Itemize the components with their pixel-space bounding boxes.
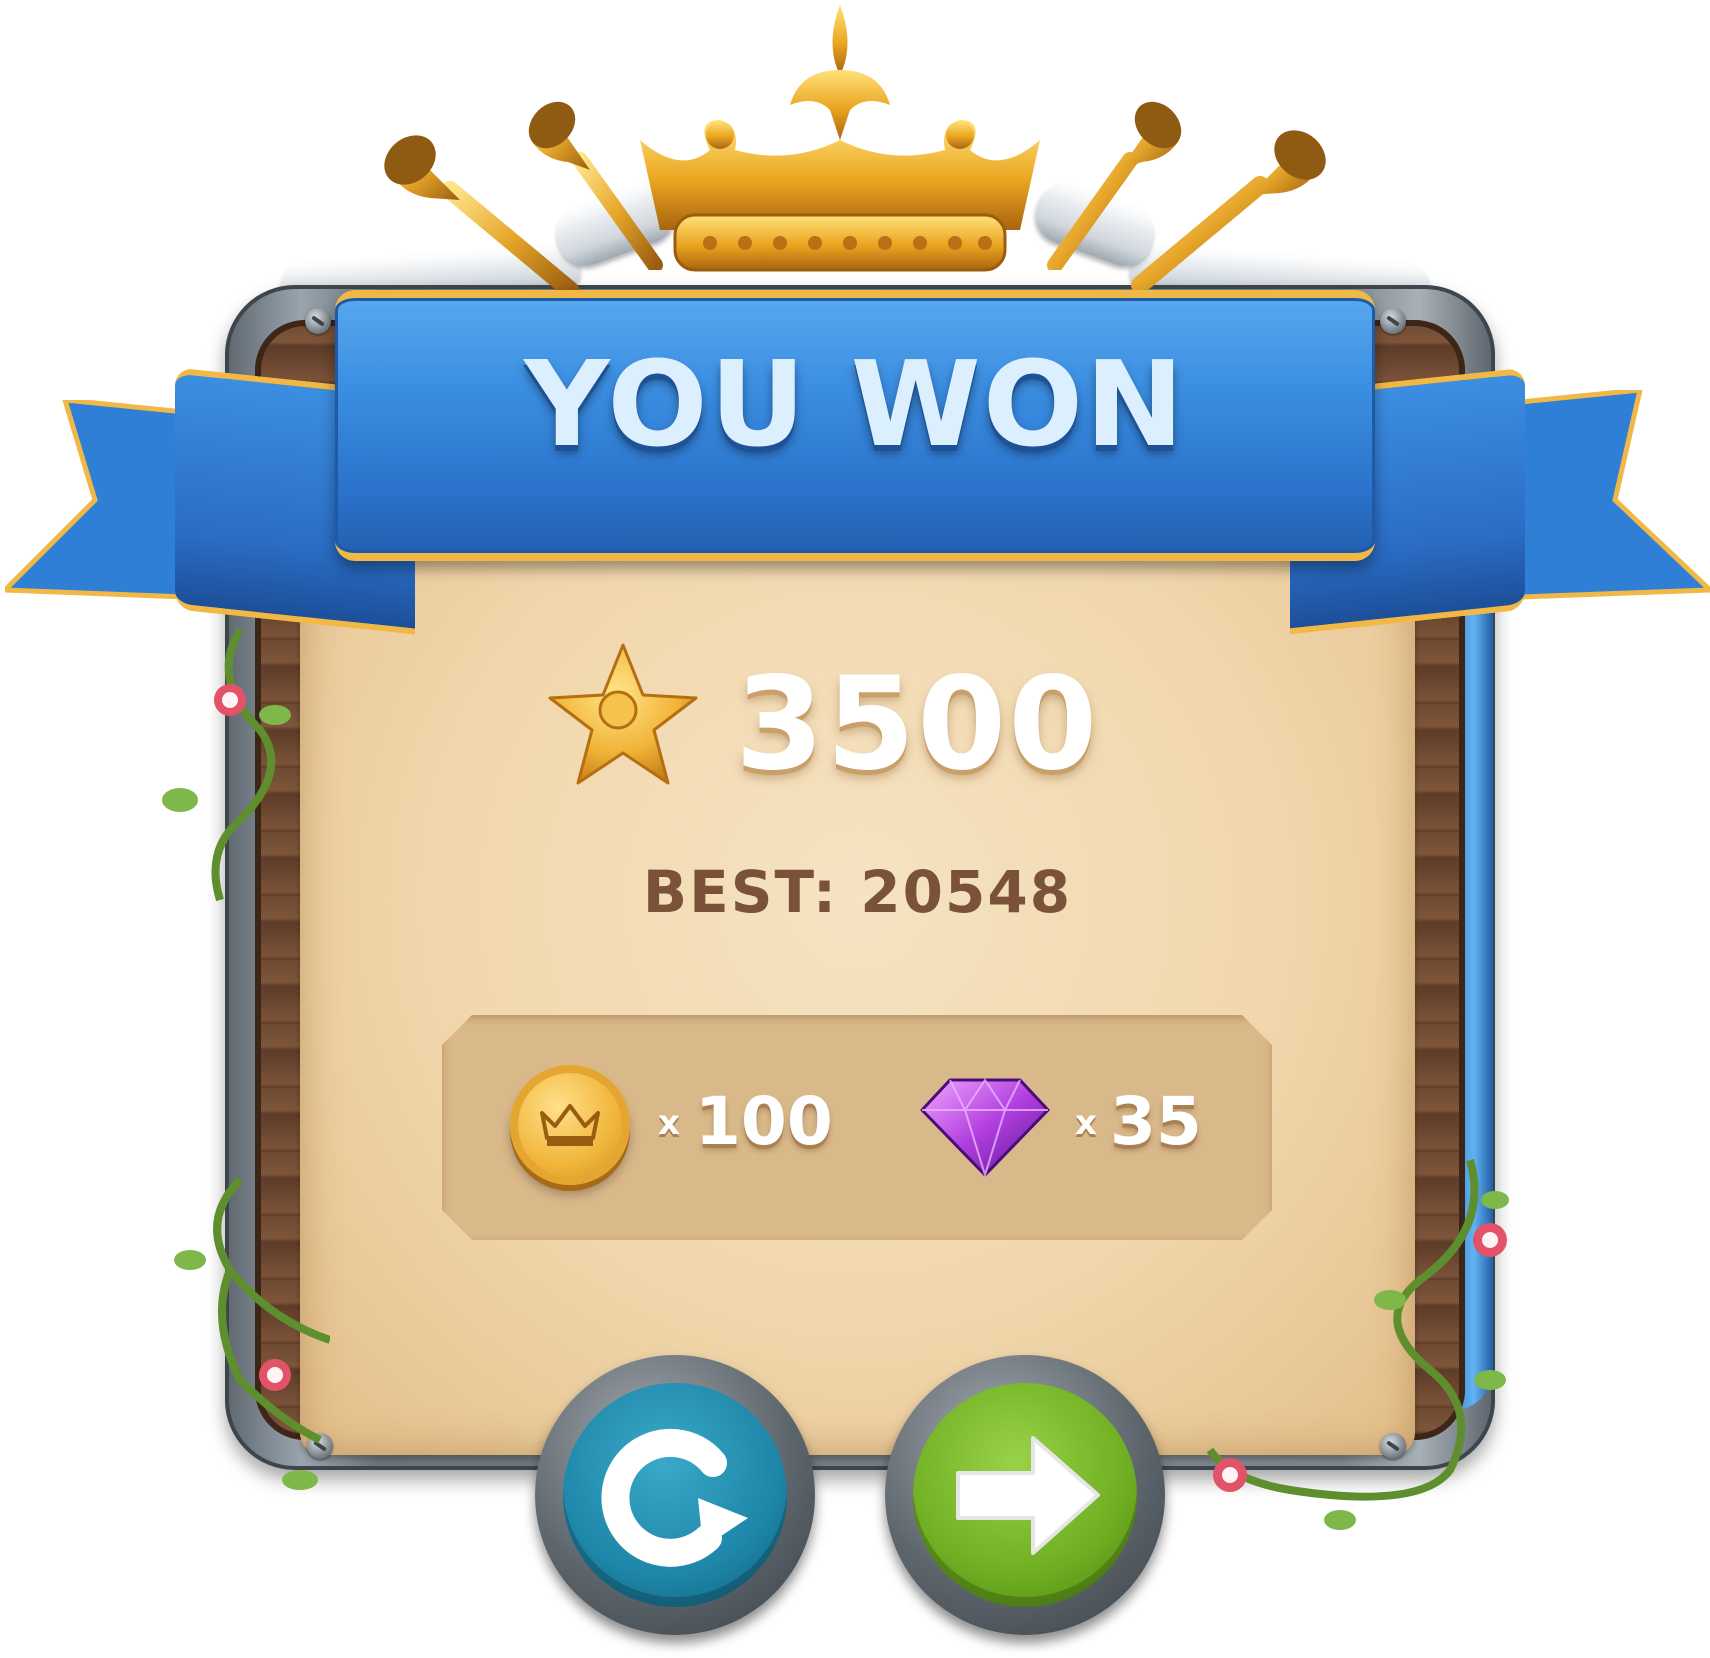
arrow-right-icon — [956, 1436, 1100, 1555]
vine-decoration-right — [1206, 1158, 1509, 1530]
score-value: 3500 — [735, 650, 1100, 799]
purple-gem-icon — [920, 1078, 1050, 1179]
win-dialog: YOU WON 3500 BEST: 20548 x 100 x 35 — [0, 0, 1710, 1658]
dialog-title: YOU WON — [524, 335, 1186, 473]
screw-icon — [1380, 308, 1406, 334]
coin-reward-amount: 100 — [695, 1083, 833, 1160]
vine-decoration-left — [162, 627, 330, 1490]
coin-multiplier-sign: x — [658, 1103, 680, 1143]
crown-icon — [640, 5, 1040, 272]
best-score: BEST: 20548 — [642, 858, 1073, 926]
restart-button[interactable] — [535, 1355, 815, 1635]
gem-multiplier-sign: x — [1075, 1103, 1097, 1143]
right-outer-trumpet-icon — [1131, 130, 1326, 294]
next-button[interactable] — [885, 1355, 1165, 1635]
restart-button-face — [563, 1383, 787, 1607]
star-icon — [548, 643, 698, 785]
gem-reward-amount: 35 — [1110, 1083, 1202, 1160]
screw-icon — [305, 308, 331, 334]
coin-crown-emblem-icon — [540, 1104, 600, 1146]
restart-icon — [601, 1428, 748, 1567]
next-button-face — [913, 1383, 1137, 1607]
